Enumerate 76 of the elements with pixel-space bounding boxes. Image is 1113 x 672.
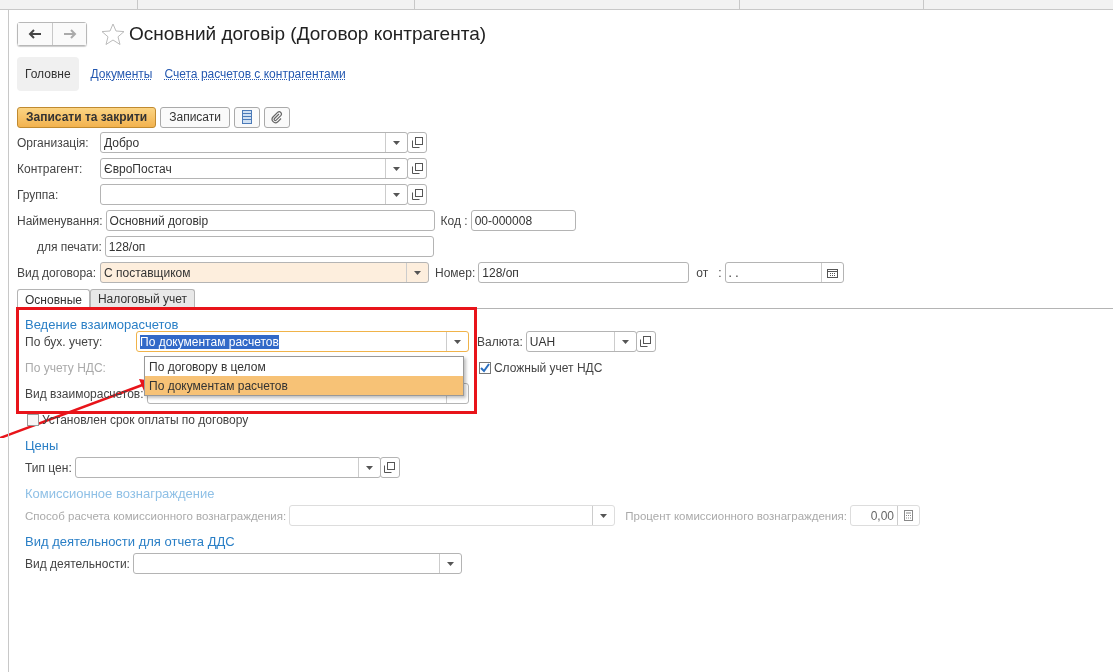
tab[interactable]: Основные [17, 289, 90, 309]
field-label: Номер: [435, 265, 477, 280]
section-link[interactable]: Головне [17, 57, 79, 91]
list-icon [241, 110, 252, 124]
combo-field[interactable]: Добро [100, 132, 408, 153]
field-label: от [696, 265, 710, 280]
field-label: Валюта: [477, 334, 524, 349]
window-title: Основний договір (Договор контрагента) [129, 23, 487, 45]
dropdown-item[interactable]: По договору в целом [145, 357, 463, 376]
check-icon [479, 362, 490, 373]
save-button[interactable]: Записати [160, 106, 230, 128]
paperclip-icon [270, 110, 283, 124]
text-field[interactable]: 128/оп [478, 262, 690, 283]
open-button[interactable] [407, 132, 427, 153]
field-label: Код : [440, 213, 469, 228]
open-icon [411, 163, 423, 174]
field-label: Вид договора: [17, 265, 98, 280]
calculator-icon [904, 510, 914, 521]
field-label: По учету НДС: [25, 360, 107, 375]
combo-field[interactable] [289, 505, 616, 526]
save-close-button[interactable]: Записати та закрити [17, 106, 157, 128]
group-title: Вид деятельности для отчета ДДС [25, 534, 235, 551]
star-icon[interactable] [101, 23, 125, 45]
open-icon [640, 336, 652, 347]
field-label: Вид деятельности: [25, 556, 131, 571]
combo-field[interactable] [74, 457, 381, 478]
combo-field[interactable]: По документам расчетов [136, 331, 469, 352]
group-title: Комиссионное вознаграждение [25, 486, 215, 503]
caret-icon [621, 339, 629, 344]
combo-field[interactable]: ЄвроПостач [100, 158, 408, 179]
open-button[interactable] [407, 158, 427, 179]
field-label: Способ расчета комиссионного вознаграждения: [25, 509, 288, 522]
left-arrow-icon [28, 29, 42, 39]
open-icon [411, 189, 423, 200]
caret-icon [600, 513, 608, 518]
field-label: Найменування: [17, 213, 104, 228]
open-button[interactable] [407, 184, 427, 205]
field-label: Процент комиссионного вознаграждения: [625, 509, 849, 522]
checkbox[interactable] [478, 361, 491, 374]
caret-icon [365, 465, 373, 470]
attach-button[interactable] [263, 106, 290, 128]
field-label: По бух. учету: [25, 334, 104, 349]
field-label: Группа: [17, 187, 60, 202]
combo-field[interactable] [132, 553, 462, 574]
colon-label: : [718, 265, 723, 280]
open-icon [384, 462, 396, 473]
section-link[interactable]: Документы [90, 67, 153, 81]
right-arrow-icon [62, 29, 77, 39]
group-title: Ведение взаиморасчетов [25, 317, 179, 334]
field-label: Тип цен: [25, 460, 73, 475]
calendar-icon [826, 267, 838, 278]
back-button[interactable] [18, 23, 52, 45]
field-label: для печати: [36, 239, 103, 254]
date-field[interactable]: . . [724, 262, 844, 283]
caret-icon [446, 561, 454, 566]
code-field[interactable]: 00-000008 [470, 210, 576, 231]
open-button[interactable] [635, 331, 656, 352]
combo-field[interactable]: UAH [525, 331, 637, 352]
dropdown-item[interactable]: По документам расчетов [145, 376, 463, 395]
combo-field[interactable] [100, 184, 408, 205]
caret-icon [393, 140, 400, 145]
list-button[interactable] [233, 106, 260, 128]
caret-icon [454, 339, 461, 344]
caret-icon [393, 166, 400, 171]
checkbox-label: Сложный учет НДС [493, 360, 604, 375]
section-link[interactable]: Счета расчетов с контрагентами [164, 67, 346, 81]
caret-icon [393, 192, 400, 197]
caret-icon [414, 270, 421, 275]
field-label: Контрагент: [17, 161, 84, 176]
open-icon [411, 137, 423, 148]
group-title: Цены [25, 438, 59, 455]
text-field[interactable]: Основний договір [105, 210, 435, 231]
text-field[interactable]: 128/оп [104, 236, 434, 257]
combo-field[interactable]: С поставщиком [100, 262, 429, 283]
open-button[interactable] [379, 457, 400, 478]
field-label: Организація: [17, 135, 90, 150]
